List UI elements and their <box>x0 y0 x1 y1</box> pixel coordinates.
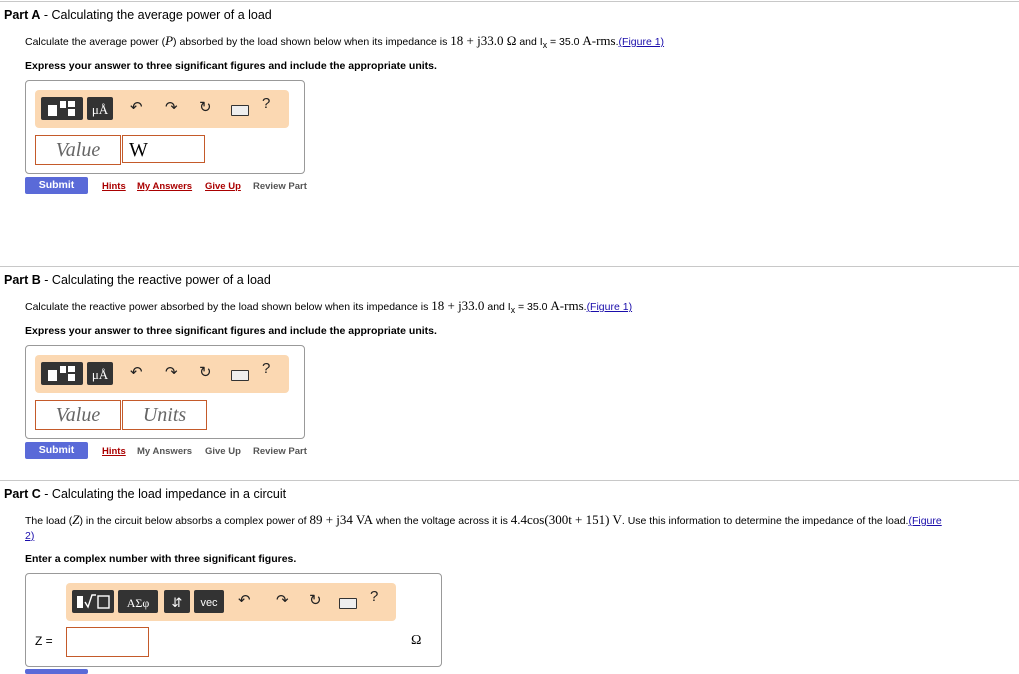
impedance-input[interactable] <box>66 627 149 657</box>
my-answers-link[interactable]: My Answers <box>137 181 192 192</box>
units-button[interactable]: μÅ <box>87 362 113 385</box>
submit-button[interactable]: Submit <box>25 442 88 459</box>
templates-button[interactable] <box>41 97 83 120</box>
units-button[interactable]: μÅ <box>87 97 113 120</box>
value-input[interactable]: Value <box>35 135 121 165</box>
keyboard-icon[interactable] <box>339 598 357 609</box>
divider <box>0 1 1019 2</box>
units-input[interactable]: Units <box>122 400 207 430</box>
keyboard-icon[interactable] <box>231 370 249 381</box>
value-input[interactable]: Value <box>35 400 121 430</box>
submit-button[interactable]: Submit <box>25 177 88 194</box>
ohm-unit: Ω <box>411 633 422 648</box>
subscript-superscript-button[interactable]: ⇵ <box>164 590 190 613</box>
give-up-link[interactable]: Give Up <box>205 446 241 457</box>
templates-icon <box>48 101 75 116</box>
divider <box>0 480 1019 481</box>
z-label: Z = <box>35 634 53 648</box>
part-a-question: Calculate the average power (P) absorbed… <box>25 33 665 51</box>
undo-icon[interactable]: ↶ <box>130 363 143 381</box>
greek-symbols-button[interactable]: ΑΣφ <box>118 590 158 613</box>
help-icon[interactable]: ? <box>262 95 270 112</box>
part-c-toolbar: ΑΣφ ⇵ vec ↶ ↷ ↻ ? <box>66 583 396 621</box>
hints-link[interactable]: Hints <box>102 181 126 192</box>
part-a-answer-box: μÅ ↶ ↷ ↻ ? Value W <box>25 80 305 174</box>
figure-1-link[interactable]: (Figure 1) <box>587 301 633 313</box>
my-answers-link[interactable]: My Answers <box>137 446 192 457</box>
figure-1-link[interactable]: (Figure 1) <box>619 36 665 48</box>
templates-icon <box>48 366 75 381</box>
part-b-instruction: Express your answer to three significant… <box>25 325 437 337</box>
part-a-instruction: Express your answer to three significant… <box>25 60 437 72</box>
units-input[interactable]: W <box>122 135 205 163</box>
figure-2-link[interactable]: (Figure <box>908 515 941 527</box>
part-b-toolbar: μÅ ↶ ↷ ↻ ? <box>35 355 289 393</box>
redo-icon[interactable]: ↷ <box>165 98 178 116</box>
reset-icon[interactable]: ↻ <box>309 591 322 609</box>
templates-icon <box>77 594 110 609</box>
part-c-title: Part C - Calculating the load impedance … <box>4 487 287 501</box>
review-part-link[interactable]: Review Part <box>253 181 307 192</box>
part-c-instruction: Enter a complex number with three signif… <box>25 553 297 565</box>
templates-button[interactable] <box>72 590 114 613</box>
help-icon[interactable]: ? <box>370 588 378 605</box>
part-b-answer-box: μÅ ↶ ↷ ↻ ? Value Units <box>25 345 305 439</box>
give-up-link[interactable]: Give Up <box>205 181 241 192</box>
reset-icon[interactable]: ↻ <box>199 98 212 116</box>
part-c-question: The load (Z) in the circuit below absorb… <box>25 512 942 527</box>
help-icon[interactable]: ? <box>262 360 270 377</box>
hints-link[interactable]: Hints <box>102 446 126 457</box>
templates-button[interactable] <box>41 362 83 385</box>
vector-button[interactable]: vec <box>194 590 224 613</box>
divider <box>0 266 1019 267</box>
part-b-title: Part B - Calculating the reactive power … <box>4 273 271 287</box>
keyboard-icon[interactable] <box>231 105 249 116</box>
redo-icon[interactable]: ↷ <box>165 363 178 381</box>
redo-icon[interactable]: ↷ <box>276 591 289 609</box>
review-part-link[interactable]: Review Part <box>253 446 307 457</box>
submit-button[interactable] <box>25 669 88 674</box>
undo-icon[interactable]: ↶ <box>238 591 251 609</box>
figure-2-link-continued[interactable]: 2) <box>25 530 34 542</box>
reset-icon[interactable]: ↻ <box>199 363 212 381</box>
part-b-question: Calculate the reactive power absorbed by… <box>25 298 633 316</box>
undo-icon[interactable]: ↶ <box>130 98 143 116</box>
part-c-answer-box: ΑΣφ ⇵ vec ↶ ↷ ↻ ? Z = Ω <box>25 573 442 667</box>
part-a-title: Part A - Calculating the average power o… <box>4 8 272 22</box>
part-a-toolbar: μÅ ↶ ↷ ↻ ? <box>35 90 289 128</box>
